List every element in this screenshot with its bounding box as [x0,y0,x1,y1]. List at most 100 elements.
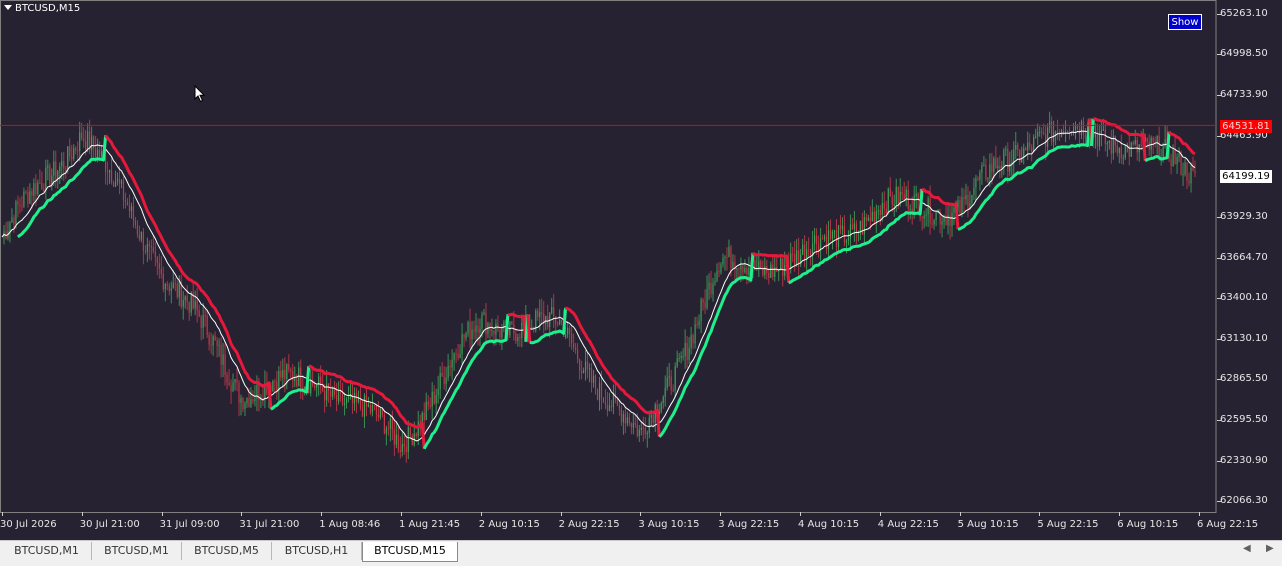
chart-window[interactable]: BTCUSD,M15 Show 65263.10 64998.50 64733.90… [0,0,1282,540]
candle-body [1025,148,1027,151]
candle-body [792,253,794,255]
candle-body [722,258,724,265]
candle-body [1186,162,1188,181]
tab-btcusd-m5[interactable]: BTCUSD,M5 [182,542,272,560]
candle-body [411,435,413,446]
price-plot[interactable] [0,0,1282,540]
candle-body [128,205,131,212]
candle-body [1114,135,1116,146]
candle-body [375,405,378,415]
candle-body [674,366,676,391]
candle-body [696,324,698,326]
candle-body [222,354,224,365]
candle-body [158,263,160,269]
candle-body [871,211,873,222]
candle-body [592,375,595,383]
scroll-left-icon[interactable]: ◀ [1243,543,1251,554]
time-tick [321,512,323,516]
tab-btcusd-m15[interactable]: BTCUSD,M15 [362,542,458,562]
candle-body [806,249,808,260]
candle-body [493,330,495,335]
candle-body [760,261,762,268]
candle-body [196,300,198,311]
scroll-right-icon[interactable]: ▶ [1266,543,1274,554]
tab-btcusd-m1[interactable]: BTCUSD,M1 [2,542,92,560]
candle-body [15,201,17,225]
time-tick [720,512,722,516]
candle-body [57,171,59,179]
candle-body [915,193,917,196]
candle-body [726,256,728,258]
candle-body [618,405,621,409]
candle-body [212,336,214,346]
candle-body [467,322,469,334]
candle-body [49,165,51,185]
candle-body [274,381,276,383]
tab-btcusd-h1[interactable]: BTCUSD,H1 [272,542,362,560]
candle-body [29,191,31,204]
candle-body [152,247,154,252]
candle-body [278,370,280,391]
candle-body [648,417,650,433]
candle-body [672,390,674,392]
candle-body [686,342,688,360]
candle-body [55,161,57,179]
candle-body [879,210,881,215]
candle-body [594,375,597,389]
candle-body [11,217,13,223]
candle-body [1031,147,1033,152]
candle-body [238,382,240,403]
candle-body [19,205,21,207]
dropdown-triangle-icon[interactable] [4,5,12,10]
candle-body [397,434,399,450]
candle-body [172,283,174,289]
candle-body [704,302,706,308]
time-label: 5 Aug 22:15 [1037,519,1099,530]
candle-body [403,443,405,448]
candle-body [1009,163,1011,172]
candle-body [120,180,123,184]
candle-body [881,203,883,215]
time-tick [1039,512,1041,516]
time-tick [161,512,163,516]
candle-body [636,424,638,436]
candle-body [186,296,188,302]
candle-body [286,364,288,380]
candle-body [335,394,338,402]
candle-body [200,316,202,328]
candle-body [85,140,87,150]
candle-body [796,250,798,265]
candle-body [841,225,844,230]
tab-btcusd-m1[interactable]: BTCUSD,M1 [92,542,182,560]
candle-body [1084,134,1087,139]
candle-body [39,182,41,184]
candle-body [435,395,437,404]
candle-body [369,405,372,413]
candle-body [168,285,170,291]
candle-body [997,165,999,169]
time-tick [2,512,3,516]
candle-body [861,220,863,235]
candle-body [959,200,961,215]
candle-body [1192,167,1194,171]
candle-body [282,369,284,378]
candle-body [162,273,164,290]
candle-body [441,373,443,377]
candle-body [23,191,25,207]
time-label: 2 Aug 10:15 [478,519,540,530]
candle-body [1051,121,1053,142]
candle-body [1178,152,1180,157]
candle-body [9,222,11,232]
candle-body [1047,127,1049,147]
candle-body [409,427,411,436]
chart-tab-bar: BTCUSD,M1 BTCUSD,M1 BTCUSD,M5 BTCUSD,H1 BTCU… [0,540,1282,566]
candle-body [987,178,989,180]
candle-body [399,449,401,453]
price-label: 63929.30 [1220,211,1268,223]
candle-body [483,312,485,315]
show-button[interactable]: Show [1168,14,1202,30]
candle-body [746,268,748,275]
candle-body [680,356,682,359]
candle-body [132,206,135,221]
candle-body [999,165,1001,169]
